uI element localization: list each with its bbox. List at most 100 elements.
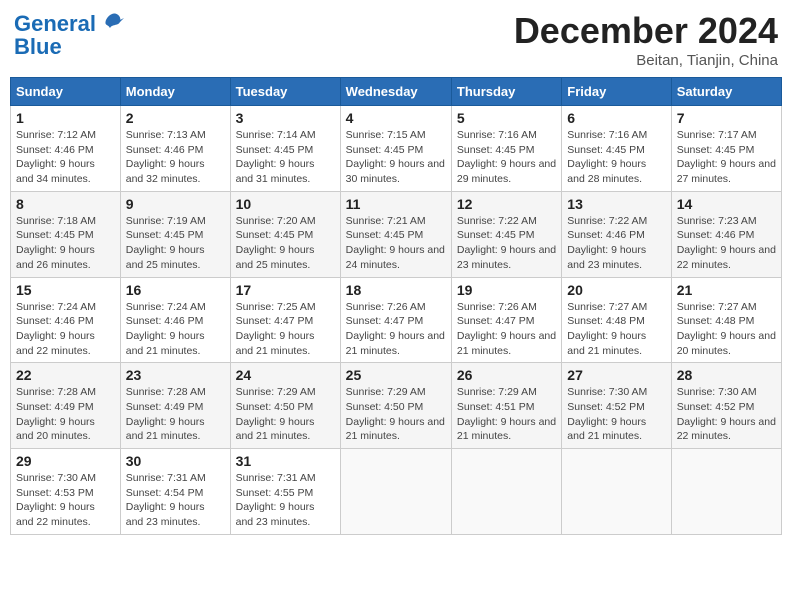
day-info: Sunrise: 7:29 AM Sunset: 4:51 PM Dayligh…	[457, 385, 556, 444]
calendar-cell: 20 Sunrise: 7:27 AM Sunset: 4:48 PM Dayl…	[562, 277, 671, 363]
calendar-week-5: 29 Sunrise: 7:30 AM Sunset: 4:53 PM Dayl…	[11, 449, 782, 535]
day-number: 25	[346, 367, 446, 383]
calendar-week-3: 15 Sunrise: 7:24 AM Sunset: 4:46 PM Dayl…	[11, 277, 782, 363]
day-info: Sunrise: 7:28 AM Sunset: 4:49 PM Dayligh…	[16, 385, 115, 444]
calendar-cell	[671, 449, 781, 535]
day-info: Sunrise: 7:31 AM Sunset: 4:55 PM Dayligh…	[236, 471, 335, 530]
logo: General Blue	[14, 10, 126, 60]
calendar-cell	[451, 449, 561, 535]
day-number: 1	[16, 110, 115, 126]
day-number: 5	[457, 110, 556, 126]
calendar-cell: 24 Sunrise: 7:29 AM Sunset: 4:50 PM Dayl…	[230, 363, 340, 449]
location: Beitan, Tianjin, China	[514, 52, 778, 69]
calendar-cell: 11 Sunrise: 7:21 AM Sunset: 4:45 PM Dayl…	[340, 191, 451, 277]
calendar-cell: 8 Sunrise: 7:18 AM Sunset: 4:45 PM Dayli…	[11, 191, 121, 277]
calendar-cell: 27 Sunrise: 7:30 AM Sunset: 4:52 PM Dayl…	[562, 363, 671, 449]
day-info: Sunrise: 7:29 AM Sunset: 4:50 PM Dayligh…	[346, 385, 446, 444]
day-info: Sunrise: 7:14 AM Sunset: 4:45 PM Dayligh…	[236, 128, 335, 187]
calendar-cell: 22 Sunrise: 7:28 AM Sunset: 4:49 PM Dayl…	[11, 363, 121, 449]
day-info: Sunrise: 7:13 AM Sunset: 4:46 PM Dayligh…	[126, 128, 225, 187]
calendar-cell: 18 Sunrise: 7:26 AM Sunset: 4:47 PM Dayl…	[340, 277, 451, 363]
day-info: Sunrise: 7:31 AM Sunset: 4:54 PM Dayligh…	[126, 471, 225, 530]
day-number: 19	[457, 282, 556, 298]
calendar-cell: 28 Sunrise: 7:30 AM Sunset: 4:52 PM Dayl…	[671, 363, 781, 449]
weekday-header-sunday: Sunday	[11, 78, 121, 106]
day-number: 27	[567, 367, 665, 383]
day-number: 9	[126, 196, 225, 212]
calendar-header-row: SundayMondayTuesdayWednesdayThursdayFrid…	[11, 78, 782, 106]
calendar-cell: 7 Sunrise: 7:17 AM Sunset: 4:45 PM Dayli…	[671, 106, 781, 192]
day-number: 21	[677, 282, 776, 298]
title-area: December 2024 Beitan, Tianjin, China	[514, 10, 778, 69]
day-info: Sunrise: 7:26 AM Sunset: 4:47 PM Dayligh…	[346, 300, 446, 359]
day-number: 10	[236, 196, 335, 212]
day-number: 4	[346, 110, 446, 126]
day-number: 7	[677, 110, 776, 126]
day-info: Sunrise: 7:29 AM Sunset: 4:50 PM Dayligh…	[236, 385, 335, 444]
calendar-cell: 16 Sunrise: 7:24 AM Sunset: 4:46 PM Dayl…	[120, 277, 230, 363]
calendar-cell: 1 Sunrise: 7:12 AM Sunset: 4:46 PM Dayli…	[11, 106, 121, 192]
calendar-cell: 10 Sunrise: 7:20 AM Sunset: 4:45 PM Dayl…	[230, 191, 340, 277]
day-number: 26	[457, 367, 556, 383]
calendar-cell: 6 Sunrise: 7:16 AM Sunset: 4:45 PM Dayli…	[562, 106, 671, 192]
day-number: 28	[677, 367, 776, 383]
day-number: 8	[16, 196, 115, 212]
logo-blue: Blue	[14, 34, 62, 60]
day-number: 23	[126, 367, 225, 383]
day-info: Sunrise: 7:21 AM Sunset: 4:45 PM Dayligh…	[346, 214, 446, 273]
calendar-week-2: 8 Sunrise: 7:18 AM Sunset: 4:45 PM Dayli…	[11, 191, 782, 277]
day-number: 3	[236, 110, 335, 126]
calendar-cell: 15 Sunrise: 7:24 AM Sunset: 4:46 PM Dayl…	[11, 277, 121, 363]
day-info: Sunrise: 7:25 AM Sunset: 4:47 PM Dayligh…	[236, 300, 335, 359]
day-info: Sunrise: 7:30 AM Sunset: 4:52 PM Dayligh…	[567, 385, 665, 444]
calendar-cell: 14 Sunrise: 7:23 AM Sunset: 4:46 PM Dayl…	[671, 191, 781, 277]
day-number: 18	[346, 282, 446, 298]
calendar-cell	[340, 449, 451, 535]
calendar-cell: 13 Sunrise: 7:22 AM Sunset: 4:46 PM Dayl…	[562, 191, 671, 277]
calendar-cell: 26 Sunrise: 7:29 AM Sunset: 4:51 PM Dayl…	[451, 363, 561, 449]
calendar-table: SundayMondayTuesdayWednesdayThursdayFrid…	[10, 77, 782, 535]
day-info: Sunrise: 7:12 AM Sunset: 4:46 PM Dayligh…	[16, 128, 115, 187]
day-number: 13	[567, 196, 665, 212]
calendar-cell: 30 Sunrise: 7:31 AM Sunset: 4:54 PM Dayl…	[120, 449, 230, 535]
page-header: General Blue December 2024 Beitan, Tianj…	[10, 10, 782, 69]
weekday-header-thursday: Thursday	[451, 78, 561, 106]
month-title: December 2024	[514, 10, 778, 52]
day-info: Sunrise: 7:23 AM Sunset: 4:46 PM Dayligh…	[677, 214, 776, 273]
weekday-header-tuesday: Tuesday	[230, 78, 340, 106]
day-info: Sunrise: 7:16 AM Sunset: 4:45 PM Dayligh…	[567, 128, 665, 187]
calendar-cell: 29 Sunrise: 7:30 AM Sunset: 4:53 PM Dayl…	[11, 449, 121, 535]
day-number: 22	[16, 367, 115, 383]
day-info: Sunrise: 7:28 AM Sunset: 4:49 PM Dayligh…	[126, 385, 225, 444]
calendar-cell: 9 Sunrise: 7:19 AM Sunset: 4:45 PM Dayli…	[120, 191, 230, 277]
day-number: 15	[16, 282, 115, 298]
day-info: Sunrise: 7:16 AM Sunset: 4:45 PM Dayligh…	[457, 128, 556, 187]
day-info: Sunrise: 7:26 AM Sunset: 4:47 PM Dayligh…	[457, 300, 556, 359]
day-number: 6	[567, 110, 665, 126]
day-number: 11	[346, 196, 446, 212]
day-number: 29	[16, 453, 115, 469]
day-info: Sunrise: 7:27 AM Sunset: 4:48 PM Dayligh…	[677, 300, 776, 359]
day-info: Sunrise: 7:19 AM Sunset: 4:45 PM Dayligh…	[126, 214, 225, 273]
calendar-cell: 21 Sunrise: 7:27 AM Sunset: 4:48 PM Dayl…	[671, 277, 781, 363]
calendar-cell	[562, 449, 671, 535]
day-number: 20	[567, 282, 665, 298]
day-info: Sunrise: 7:24 AM Sunset: 4:46 PM Dayligh…	[126, 300, 225, 359]
day-info: Sunrise: 7:17 AM Sunset: 4:45 PM Dayligh…	[677, 128, 776, 187]
logo-bird-icon	[98, 10, 126, 38]
calendar-cell: 23 Sunrise: 7:28 AM Sunset: 4:49 PM Dayl…	[120, 363, 230, 449]
weekday-header-wednesday: Wednesday	[340, 78, 451, 106]
day-info: Sunrise: 7:22 AM Sunset: 4:45 PM Dayligh…	[457, 214, 556, 273]
calendar-body: 1 Sunrise: 7:12 AM Sunset: 4:46 PM Dayli…	[11, 106, 782, 535]
calendar-cell: 31 Sunrise: 7:31 AM Sunset: 4:55 PM Dayl…	[230, 449, 340, 535]
calendar-cell: 25 Sunrise: 7:29 AM Sunset: 4:50 PM Dayl…	[340, 363, 451, 449]
day-info: Sunrise: 7:27 AM Sunset: 4:48 PM Dayligh…	[567, 300, 665, 359]
calendar-cell: 4 Sunrise: 7:15 AM Sunset: 4:45 PM Dayli…	[340, 106, 451, 192]
calendar-cell: 5 Sunrise: 7:16 AM Sunset: 4:45 PM Dayli…	[451, 106, 561, 192]
day-number: 14	[677, 196, 776, 212]
calendar-cell: 17 Sunrise: 7:25 AM Sunset: 4:47 PM Dayl…	[230, 277, 340, 363]
calendar-week-4: 22 Sunrise: 7:28 AM Sunset: 4:49 PM Dayl…	[11, 363, 782, 449]
calendar-cell: 12 Sunrise: 7:22 AM Sunset: 4:45 PM Dayl…	[451, 191, 561, 277]
day-number: 24	[236, 367, 335, 383]
day-number: 2	[126, 110, 225, 126]
